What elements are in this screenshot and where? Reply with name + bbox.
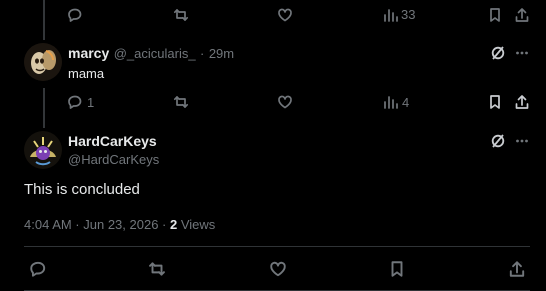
- bookmark-icon[interactable]: [487, 7, 503, 23]
- reply-author-handle[interactable]: @_acicularis_: [114, 46, 196, 61]
- post-author-name[interactable]: HardCarKeys: [68, 133, 157, 149]
- repost-icon[interactable]: [148, 260, 166, 278]
- share-icon[interactable]: [514, 7, 530, 23]
- post-author-handle[interactable]: @HardCarKeys: [68, 152, 159, 167]
- grok-icon[interactable]: [490, 45, 506, 61]
- views-count: 4: [402, 95, 410, 110]
- like-icon[interactable]: [277, 7, 293, 23]
- post-text: This is concluded: [24, 181, 140, 198]
- reply-time[interactable]: 29m: [209, 46, 234, 61]
- views-icon[interactable]: [383, 94, 399, 110]
- like-icon[interactable]: [277, 94, 293, 110]
- avatar[interactable]: [24, 131, 62, 169]
- reply-icon[interactable]: [67, 7, 83, 23]
- reply-icon[interactable]: [29, 260, 47, 278]
- like-icon[interactable]: [269, 260, 287, 278]
- reply-text: mama: [68, 66, 105, 81]
- views-count: 33: [401, 7, 416, 22]
- views-icon[interactable]: [383, 7, 399, 23]
- avatar[interactable]: [24, 43, 62, 81]
- repost-icon[interactable]: [173, 7, 189, 23]
- post-views-label: Views: [180, 217, 216, 232]
- post-views-count: 2: [169, 217, 178, 232]
- more-icon[interactable]: [514, 45, 530, 61]
- more-icon[interactable]: [514, 133, 530, 149]
- reply-count: 1: [87, 95, 95, 110]
- divider: [24, 246, 530, 247]
- post-timestamp[interactable]: 4:04 AM · Jun 23, 2026 ·: [24, 217, 170, 232]
- thread-line-middle: [43, 88, 45, 128]
- grok-icon[interactable]: [490, 133, 506, 149]
- share-icon[interactable]: [508, 260, 526, 278]
- bookmark-icon[interactable]: [388, 260, 406, 278]
- separator: ·: [200, 46, 205, 61]
- repost-icon[interactable]: [173, 94, 189, 110]
- reply-author-name[interactable]: marcy: [68, 45, 109, 61]
- thread-line-top: [43, 0, 45, 40]
- bookmark-icon[interactable]: [487, 94, 503, 110]
- post-meta: 4:04 AM · Jun 23, 2026 · 2 Views: [24, 217, 215, 232]
- reply-header: marcy @_acicularis_ · 29m: [68, 45, 234, 63]
- share-icon[interactable]: [514, 94, 530, 110]
- reply-icon[interactable]: [67, 94, 83, 110]
